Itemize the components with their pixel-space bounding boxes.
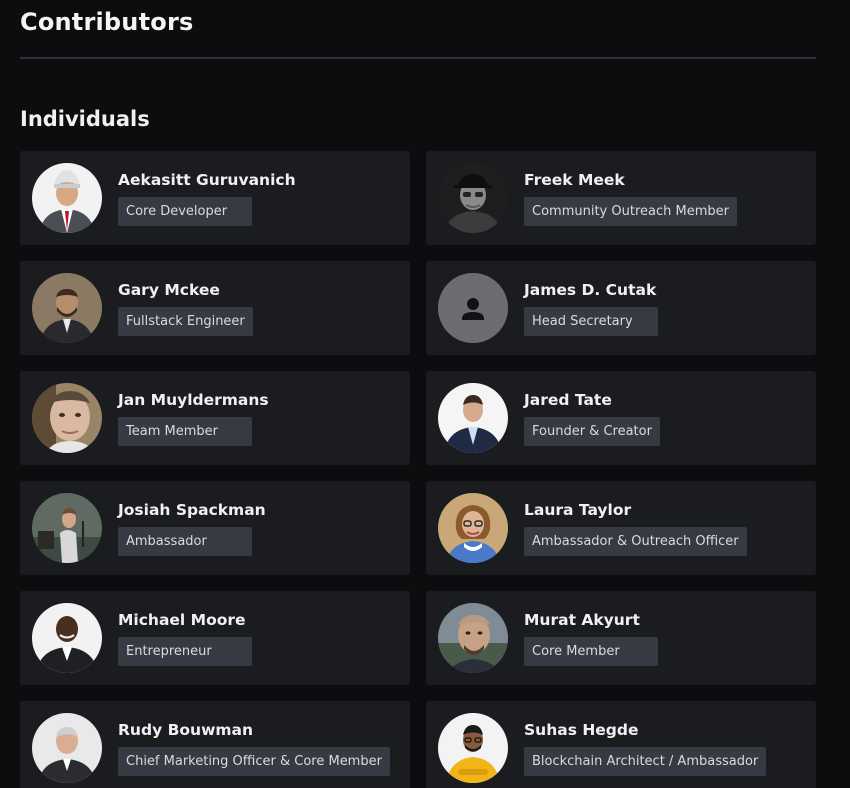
title-divider	[20, 57, 816, 59]
avatar	[438, 493, 508, 563]
role-badge: Chief Marketing Officer & Core Member	[118, 747, 390, 776]
role-badge: Entrepreneur	[118, 637, 252, 666]
contributor-name: James D. Cutak	[524, 281, 657, 299]
avatar	[32, 713, 102, 783]
contributor-card[interactable]: Suhas Hegde Blockchain Architect / Ambas…	[426, 701, 816, 788]
avatar	[438, 163, 508, 233]
contributor-name: Jared Tate	[524, 391, 612, 409]
avatar	[438, 713, 508, 783]
contributor-card[interactable]: Josiah Spackman Ambassador	[20, 481, 410, 575]
section-title-individuals: Individuals	[20, 107, 150, 131]
avatar	[32, 603, 102, 673]
avatar	[32, 493, 102, 563]
avatar	[32, 273, 102, 343]
avatar	[32, 383, 102, 453]
role-badge: Ambassador	[118, 527, 252, 556]
role-badge: Fullstack Engineer	[118, 307, 253, 336]
contributor-name: Rudy Bouwman	[118, 721, 254, 739]
avatar	[32, 163, 102, 233]
contributor-card[interactable]: Murat Akyurt Core Member	[426, 591, 816, 685]
contributor-name: Josiah Spackman	[118, 501, 266, 519]
contributor-card[interactable]: Laura Taylor Ambassador & Outreach Offic…	[426, 481, 816, 575]
contributor-card[interactable]: Jan Muyldermans Team Member	[20, 371, 410, 465]
role-badge: Team Member	[118, 417, 252, 446]
contributor-name: Jan Muyldermans	[118, 391, 269, 409]
default-person-icon	[438, 273, 508, 343]
role-badge: Founder & Creator	[524, 417, 660, 446]
role-badge: Core Member	[524, 637, 658, 666]
page-title: Contributors	[20, 8, 194, 36]
contributor-name: Aekasitt Guruvanich	[118, 171, 296, 189]
role-badge: Blockchain Architect / Ambassador	[524, 747, 767, 776]
contributors-page: Contributors Individuals Aekasitt Guruva…	[0, 0, 850, 788]
contributor-name: Freek Meek	[524, 171, 625, 189]
contributor-name: Murat Akyurt	[524, 611, 640, 629]
contributor-card[interactable]: Rudy Bouwman Chief Marketing Officer & C…	[20, 701, 410, 788]
contributor-card[interactable]: Jared Tate Founder & Creator	[426, 371, 816, 465]
contributor-card[interactable]: Michael Moore Entrepreneur	[20, 591, 410, 685]
role-badge: Core Developer	[118, 197, 252, 226]
role-badge: Ambassador & Outreach Officer	[524, 527, 747, 556]
contributor-card[interactable]: Gary Mckee Fullstack Engineer	[20, 261, 410, 355]
contributor-name: Michael Moore	[118, 611, 246, 629]
role-badge: Community Outreach Member	[524, 197, 737, 226]
avatar	[438, 383, 508, 453]
contributors-grid: Aekasitt Guruvanich Core Developer Freek…	[20, 151, 816, 788]
contributor-card[interactable]: Freek Meek Community Outreach Member	[426, 151, 816, 245]
contributor-name: Suhas Hegde	[524, 721, 639, 739]
contributor-name: Gary Mckee	[118, 281, 220, 299]
avatar	[438, 603, 508, 673]
contributor-name: Laura Taylor	[524, 501, 632, 519]
contributor-card[interactable]: James D. Cutak Head Secretary	[426, 261, 816, 355]
role-badge: Head Secretary	[524, 307, 658, 336]
contributor-card[interactable]: Aekasitt Guruvanich Core Developer	[20, 151, 410, 245]
